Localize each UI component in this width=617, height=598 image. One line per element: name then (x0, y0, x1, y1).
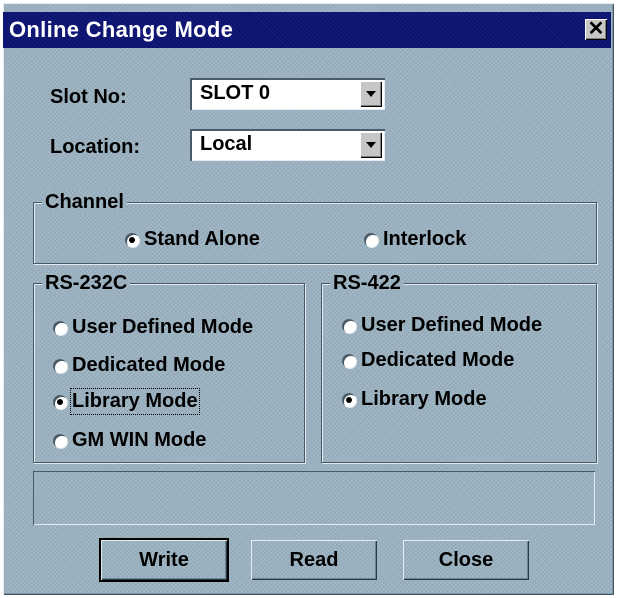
rs422-group: RS-422 User Defined Mode Dedicated Mode … (321, 271, 597, 463)
location-select[interactable]: Local (190, 129, 385, 161)
channel-group: Channel Stand Alone Interlock (33, 190, 597, 264)
chevron-down-icon (366, 91, 376, 97)
radio-label: User Defined Mode (72, 316, 254, 338)
location-label: Location: (50, 136, 140, 158)
radio-label: Interlock (383, 228, 467, 250)
radio-indicator (364, 232, 378, 247)
radio-label: GM WIN Mode (72, 429, 207, 451)
channel-legend: Channel (42, 190, 127, 214)
radio-label: Dedicated Mode (72, 354, 226, 376)
slot-label: Slot No: (50, 86, 127, 108)
radio-indicator (342, 318, 356, 333)
radio-indicator (342, 392, 356, 407)
rs232c-gmwin-radio[interactable]: GM WIN Mode (53, 429, 206, 452)
radio-label: User Defined Mode (361, 314, 543, 336)
radio-label: Library Mode (361, 388, 487, 410)
rs232c-group: RS-232C User Defined Mode Dedicated Mode… (33, 271, 305, 463)
radio-indicator (125, 232, 139, 247)
slot-dropdown-button[interactable] (360, 81, 382, 107)
radio-label: Dedicated Mode (361, 349, 515, 371)
rs232c-library-radio[interactable]: Library Mode (53, 388, 200, 415)
close-icon[interactable]: ✕ (585, 19, 607, 40)
status-area (33, 471, 595, 525)
channel-interlock-radio[interactable]: Interlock (364, 228, 466, 251)
radio-indicator (53, 433, 67, 448)
radio-indicator (53, 358, 67, 373)
location-dropdown-button[interactable] (360, 132, 382, 158)
rs422-legend: RS-422 (330, 271, 404, 295)
rs422-library-radio[interactable]: Library Mode (342, 388, 487, 411)
rs232c-user-defined-radio[interactable]: User Defined Mode (53, 316, 253, 339)
chevron-down-icon (366, 142, 376, 148)
close-button[interactable]: Close (403, 540, 529, 580)
channel-stand-alone-radio[interactable]: Stand Alone (125, 228, 260, 251)
window-title: Online Change Mode (9, 17, 234, 42)
title-bar[interactable]: Online Change Mode ✕ (3, 12, 611, 48)
slot-select[interactable]: SLOT 0 (190, 78, 385, 110)
rs422-dedicated-radio[interactable]: Dedicated Mode (342, 349, 514, 372)
read-button[interactable]: Read (251, 540, 377, 580)
radio-label: Library Mode (70, 388, 200, 415)
radio-indicator (53, 394, 67, 409)
write-button[interactable]: Write (99, 538, 229, 582)
slot-value: SLOT 0 (200, 82, 271, 104)
rs422-user-defined-radio[interactable]: User Defined Mode (342, 314, 542, 337)
radio-indicator (342, 353, 356, 368)
rs232c-dedicated-radio[interactable]: Dedicated Mode (53, 354, 225, 377)
rs232c-legend: RS-232C (42, 271, 130, 295)
location-value: Local (200, 133, 253, 155)
radio-indicator (53, 320, 67, 335)
radio-label: Stand Alone (144, 228, 260, 250)
